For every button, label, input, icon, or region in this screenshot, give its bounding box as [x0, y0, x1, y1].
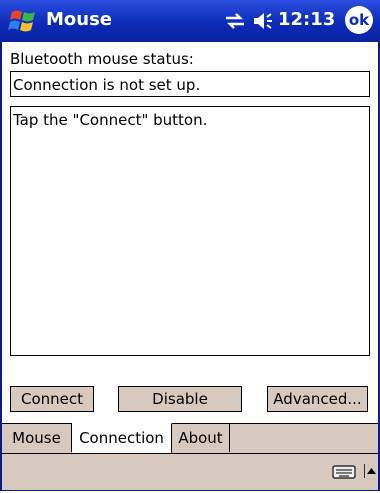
tab-about[interactable]: About [172, 424, 230, 452]
clock[interactable]: 12:13 [278, 9, 335, 30]
tab-mouse[interactable]: Mouse [2, 424, 72, 452]
status-label: Bluetooth mouse status: [10, 50, 194, 68]
advanced-button[interactable]: Advanced... [267, 386, 368, 412]
menu-bar [2, 453, 378, 490]
connectivity-icon[interactable] [224, 12, 246, 30]
ok-button[interactable]: ok [345, 6, 373, 34]
disable-button[interactable]: Disable [118, 386, 242, 412]
speaker-icon[interactable] [252, 11, 274, 31]
app-title: Mouse [46, 9, 113, 30]
keyboard-icon[interactable] [332, 465, 356, 479]
up-arrow-icon[interactable] [364, 464, 376, 478]
tab-connection[interactable]: Connection [72, 423, 172, 453]
connect-button[interactable]: Connect [10, 386, 94, 412]
title-bar: Mouse 12:13 ok [0, 0, 380, 42]
message-area: Tap the "Connect" button. [10, 106, 370, 356]
windows-flag-icon[interactable] [8, 6, 38, 36]
status-value: Connection is not set up. [10, 71, 370, 97]
tab-bar: Mouse Connection About [2, 423, 378, 454]
